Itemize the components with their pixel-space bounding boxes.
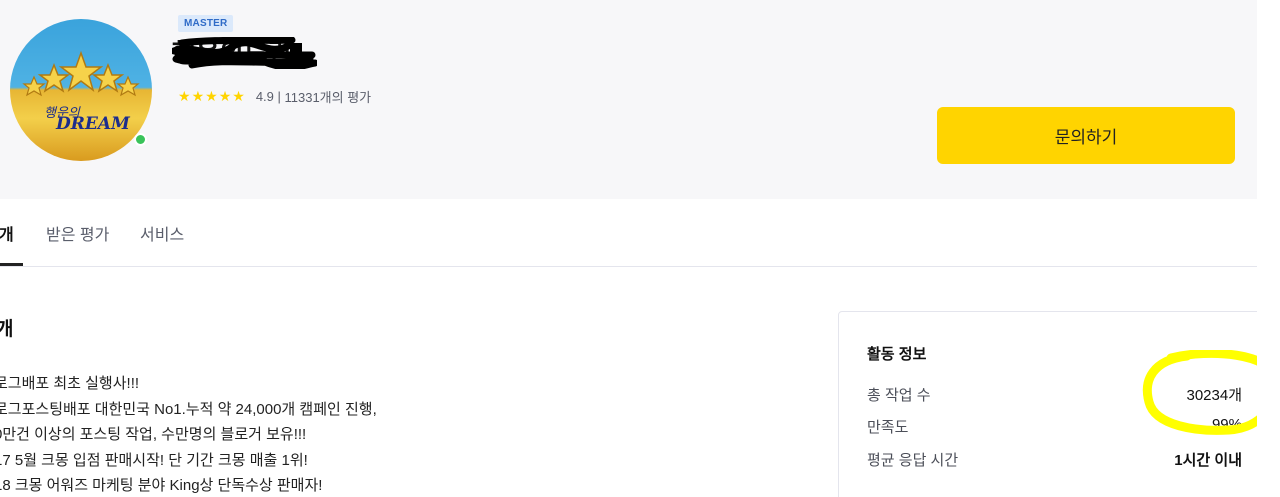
star-icon: ★: [205, 88, 218, 104]
stat-value-satisfaction: 99%: [1211, 416, 1242, 433]
star-icon: ★: [232, 88, 245, 104]
active-tab-indicator: [0, 263, 23, 266]
star-icon: ★: [218, 88, 232, 104]
online-status-dot: [134, 133, 147, 146]
master-badge: MASTER: [178, 15, 234, 32]
star-icon: ★: [191, 88, 205, 104]
stat-value-total-jobs: 30234개: [1186, 387, 1242, 404]
intro-line: 로그배포 최초 실행사!!!: [0, 375, 140, 392]
intro-line: 18 크몽 어워즈 마케팅 분야 King상 단독수상 판매자!: [0, 477, 323, 494]
stat-label-total-jobs: 총 작업 수: [867, 387, 931, 404]
intro-section-title: 개: [0, 319, 14, 340]
stat-label-response-time: 평균 응답 시간: [867, 452, 959, 469]
name-redaction-scribble: [172, 37, 317, 69]
activity-info-card: 활동 정보 총 작업 수 30234개 만족도 99% 평균 응답 시간 1시간…: [838, 311, 1263, 497]
tab-intro[interactable]: 개: [0, 221, 14, 245]
stat-label-satisfaction: 만족도: [867, 419, 909, 436]
avatar-image: 행운의 DREAM: [10, 19, 152, 161]
seller-avatar[interactable]: 행운의 DREAM: [10, 19, 152, 161]
intro-line: 0만건 이상의 포스팅 작업, 수만명의 블로거 보유!!!: [0, 426, 307, 443]
seller-profile-header: 행운의 DREAM MASTER 행운의드림 ★ ★ ★ ★ ★ 4.9 | 1…: [0, 0, 1257, 199]
inquiry-button[interactable]: 문의하기: [937, 107, 1235, 164]
stat-value-response-time: 1시간 이내: [1174, 452, 1242, 469]
svg-text:DREAM: DREAM: [55, 114, 131, 134]
intro-line: 로그포스팅배포 대한민국 No1.누적 약 24,000개 캠페인 진행,: [0, 401, 377, 418]
rating-separator: |: [273, 88, 285, 104]
rating-score: 4.9: [255, 88, 274, 104]
activity-title: 활동 정보: [867, 346, 927, 363]
star-icon: ★: [178, 88, 191, 104]
rating-row: ★ ★ ★ ★ ★ 4.9 | 11331개의 평가: [178, 87, 371, 105]
tab-services[interactable]: 서비스: [140, 221, 184, 245]
profile-tabs: 개 받은 평가 서비스: [0, 199, 1257, 267]
review-count[interactable]: 11331개의 평가: [285, 87, 372, 106]
tab-reviews[interactable]: 받은 평가: [46, 221, 109, 245]
page-right-edge: [1257, 0, 1280, 497]
rating-stars: ★ ★ ★ ★ ★: [178, 89, 245, 103]
intro-line: 17 5월 크몽 입점 판매시작! 단 기간 크몽 매출 1위!: [0, 452, 308, 469]
dream-logo-icon: 행운의 DREAM: [22, 50, 140, 134]
